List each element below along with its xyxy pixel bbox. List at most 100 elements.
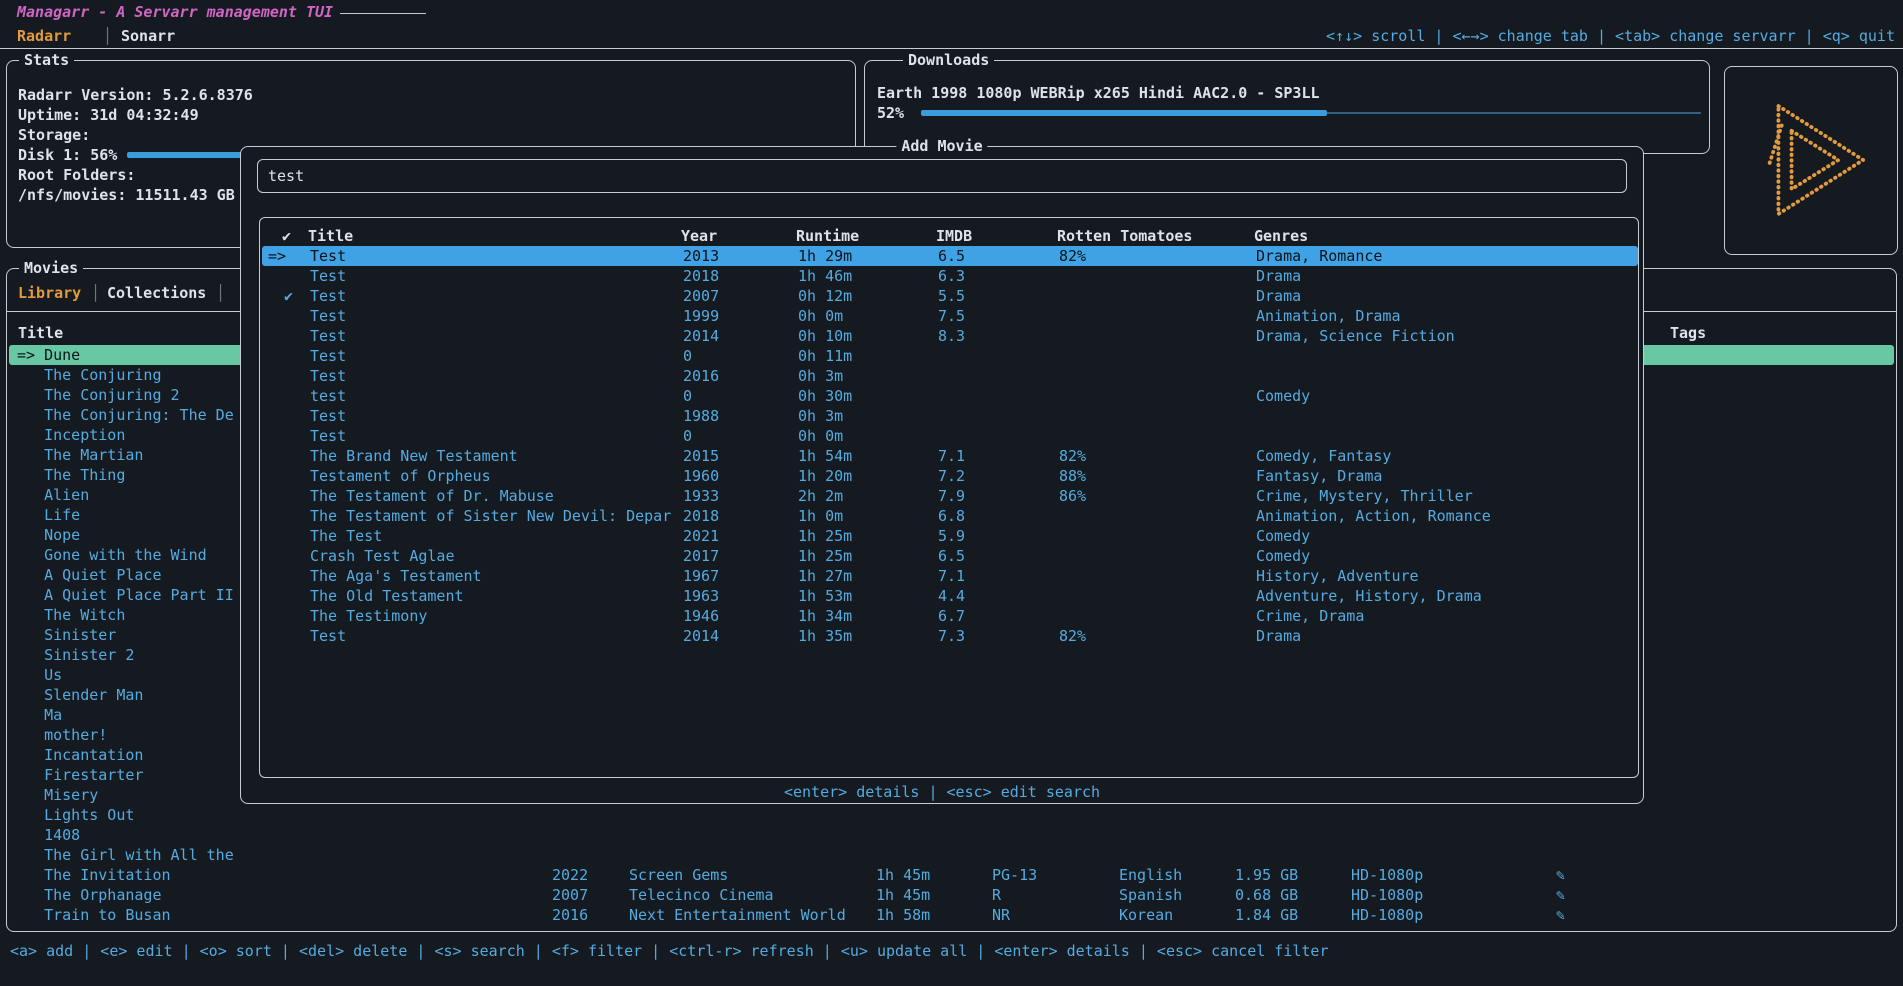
library-row[interactable]: The Orphanage (9, 885, 1894, 905)
result-cell-runtime: 0h 3m (798, 406, 843, 426)
result-cell-imdb: 6.5 (938, 546, 965, 566)
library-cell-language: Korean (1119, 905, 1173, 925)
result-cell-title: Crash Test Aglae (310, 546, 455, 566)
results-header-genres: Genres (1254, 226, 1308, 246)
collections-tab-separator: │ (216, 283, 225, 303)
result-cell-imdb: 6.7 (938, 606, 965, 626)
search-result-row[interactable]: Test20141h 35m7.382%Drama (262, 626, 1638, 646)
library-cell-quality: HD-1080p (1351, 905, 1423, 925)
search-result-row[interactable]: The Old Testament19631h 53m4.4Adventure,… (262, 586, 1638, 606)
result-cell-imdb: 5.5 (938, 286, 965, 306)
search-results-table[interactable]: ✔ Title Year Runtime IMDB Rotten Tomatoe… (259, 217, 1639, 778)
result-cell-rotten-tomatoes: 82% (1059, 446, 1086, 466)
search-result-row[interactable]: Test00h 0m (262, 426, 1638, 446)
tab-sonarr[interactable]: Sonarr (121, 26, 175, 46)
search-result-row[interactable]: test00h 30mComedy (262, 386, 1638, 406)
add-movie-modal: Add Movie test ✔ Title Year Runtime IMDB… (240, 146, 1644, 804)
result-cell-genres: Drama, Romance (1256, 246, 1382, 266)
tab-collections[interactable]: Collections (107, 283, 206, 303)
search-result-row[interactable]: Test20140h 10m8.3Drama, Science Fiction (262, 326, 1638, 346)
result-cell-year: 1967 (683, 566, 719, 586)
result-cell-runtime: 1h 53m (798, 586, 852, 606)
result-cell-rotten-tomatoes: 86% (1059, 486, 1086, 506)
result-cell-genres: Drama (1256, 266, 1301, 286)
result-cell-imdb: 7.1 (938, 566, 965, 586)
library-row[interactable]: Lights Out (9, 805, 1894, 825)
result-cell-title: Test (310, 266, 346, 286)
result-cell-genres: Fantasy, Drama (1256, 466, 1382, 486)
search-result-row[interactable]: Test19880h 3m (262, 406, 1638, 426)
library-cell-certification: NR (992, 905, 1010, 925)
result-cell-runtime: 0h 0m (798, 306, 843, 326)
result-cell-year: 1999 (683, 306, 719, 326)
result-cell-runtime: 0h 0m (798, 426, 843, 446)
result-cell-genres: Animation, Drama (1256, 306, 1401, 326)
search-result-row[interactable]: Test19990h 0m7.5Animation, Drama (262, 306, 1638, 326)
library-cell-size: 0.68 GB (1235, 885, 1298, 905)
search-result-row[interactable]: The Testament of Dr. Mabuse19332h 2m7.98… (262, 486, 1638, 506)
result-cell-genres: Drama, Science Fiction (1256, 326, 1455, 346)
bottom-keybindings: <a> add | <e> edit | <o> sort | <del> de… (10, 941, 1329, 961)
result-cell-check: ✔ (284, 286, 293, 306)
result-cell-genres: History, Adventure (1256, 566, 1419, 586)
library-title-header: Title (18, 323, 63, 343)
result-cell-title: Test (310, 306, 346, 326)
search-result-row[interactable]: Testament of Orpheus19601h 20m7.288%Fant… (262, 466, 1638, 486)
result-cell-imdb: 8.3 (938, 326, 965, 346)
result-cell-year: 0 (683, 346, 692, 366)
result-cell-year: 2021 (683, 526, 719, 546)
result-cell-year: 2014 (683, 326, 719, 346)
result-cell-title: Test (310, 286, 346, 306)
search-result-row[interactable]: The Testament of Sister New Devil: Depar… (262, 506, 1638, 526)
search-result-row[interactable]: Test20160h 3m (262, 366, 1638, 386)
result-cell-title: Testament of Orpheus (310, 466, 491, 486)
library-cell-certification: R (992, 885, 1001, 905)
tab-library[interactable]: Library (18, 283, 81, 303)
result-cell-genres: Comedy (1256, 546, 1310, 566)
library-cell-certification: PG-13 (992, 865, 1037, 885)
library-row[interactable]: Train to Busan (9, 905, 1894, 925)
result-cell-year: 2016 (683, 366, 719, 386)
library-tab-separator: │ (91, 283, 100, 303)
library-row[interactable]: The Girl with All the (9, 845, 1894, 865)
search-result-row[interactable]: The Brand New Testament20151h 54m7.182%C… (262, 446, 1638, 466)
tab-radarr[interactable]: Radarr (17, 26, 71, 46)
edit-pencil-icon[interactable]: ✎ (1556, 885, 1565, 905)
result-cell-runtime: 1h 29m (798, 246, 852, 266)
root-folders-label: Root Folders: (18, 165, 135, 185)
result-cell-title: test (310, 386, 346, 406)
search-result-row[interactable]: Test20181h 46m6.3Drama (262, 266, 1638, 286)
result-cell-runtime: 1h 0m (798, 506, 843, 526)
result-cell-year: 2007 (683, 286, 719, 306)
result-cell-runtime: 1h 25m (798, 546, 852, 566)
result-cell-imdb: 5.9 (938, 526, 965, 546)
disk-line: Disk 1: 56% (18, 145, 117, 165)
search-result-row[interactable]: The Aga's Testament19671h 27m7.1History,… (262, 566, 1638, 586)
download-progress-bar (921, 110, 1701, 116)
download-percent: 52% (877, 103, 904, 123)
search-result-row[interactable]: ✔Test20070h 12m5.5Drama (262, 286, 1638, 306)
tabbar-divider (0, 48, 1903, 49)
search-result-row[interactable]: The Test20211h 25m5.9Comedy (262, 526, 1638, 546)
uptime-value: 31d 04:32:49 (90, 106, 198, 124)
library-row[interactable]: The Invitation (9, 865, 1894, 885)
search-result-row-selected[interactable]: =>Test20131h 29m6.582%Drama, Romance (262, 246, 1638, 266)
result-cell-imdb: 7.3 (938, 626, 965, 646)
edit-pencil-icon[interactable]: ✎ (1556, 905, 1565, 925)
result-cell-year: 2015 (683, 446, 719, 466)
search-result-row[interactable]: The Testimony19461h 34m6.7Crime, Drama (262, 606, 1638, 626)
result-cell-year: 0 (683, 386, 692, 406)
version-label: Radarr Version: (18, 86, 153, 104)
result-cell-runtime: 2h 2m (798, 486, 843, 506)
result-cell-runtime: 1h 54m (798, 446, 852, 466)
logo-panel (1724, 66, 1898, 255)
search-result-row[interactable]: Test00h 11m (262, 346, 1638, 366)
movie-search-input[interactable]: test (257, 159, 1627, 193)
result-cell-year: 2017 (683, 546, 719, 566)
edit-pencil-icon[interactable]: ✎ (1556, 865, 1565, 885)
result-cell-genres: Comedy (1256, 386, 1310, 406)
result-cell-runtime: 1h 20m (798, 466, 852, 486)
library-cell-runtime: 1h 58m (876, 905, 930, 925)
search-result-row[interactable]: Crash Test Aglae 2017 1h 25m 6.5 Comedy (262, 546, 1638, 566)
library-row[interactable]: 1408 (9, 825, 1894, 845)
